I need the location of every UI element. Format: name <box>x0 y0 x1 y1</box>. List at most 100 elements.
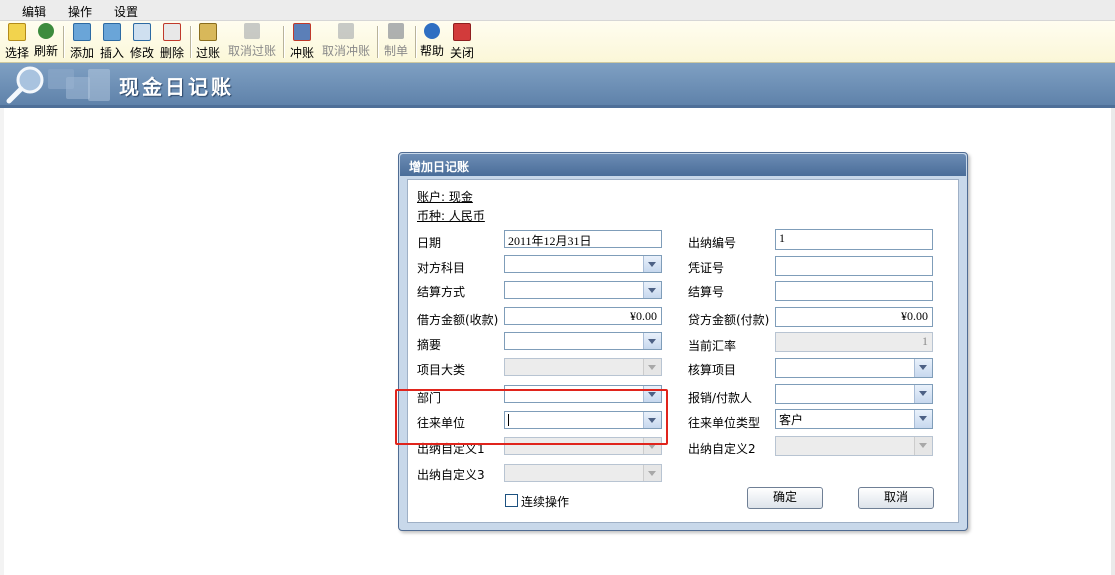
debit-amount-field[interactable]: ¥0.00 <box>504 307 662 325</box>
menu-bar: 编辑 操作 设置 <box>0 0 1115 21</box>
page-banner: 现金日记账 <box>0 63 1115 108</box>
chevron-down-icon <box>643 465 661 481</box>
accounting-item-select[interactable] <box>775 358 933 378</box>
help-button[interactable]: 帮助 <box>418 23 446 61</box>
help-icon <box>424 23 440 39</box>
refresh-button[interactable]: 刷新 <box>33 23 59 61</box>
post-button[interactable]: 过账 <box>194 23 222 61</box>
delete-button[interactable]: 删除 <box>158 23 186 61</box>
summary-select[interactable] <box>504 332 662 350</box>
counter-account-select[interactable] <box>504 255 662 273</box>
cashier-no-value: 1 <box>779 231 785 245</box>
close-icon <box>453 23 471 41</box>
account-info: 账户: 现金 <box>417 190 473 204</box>
settlement-no-field[interactable] <box>775 281 933 301</box>
chevron-down-icon[interactable] <box>914 359 932 377</box>
cashier-no-label: 出纳编号 <box>688 236 737 250</box>
menu-settings[interactable]: 设置 <box>114 3 138 20</box>
unreverse-label: 取消冲账 <box>321 44 370 58</box>
settlement-no-label: 结算号 <box>688 285 725 299</box>
counterparty-type-label: 往来单位类型 <box>688 416 761 430</box>
right-border <box>1111 108 1115 575</box>
debit-amount-value: ¥0.00 <box>630 309 657 323</box>
reverse-button[interactable]: 冲账 <box>288 23 316 61</box>
debit-amount-label: 借方金额(收款) <box>417 313 499 327</box>
counterparty-type-select[interactable]: 客户 <box>775 409 933 429</box>
unreverse-icon <box>338 23 354 39</box>
custom2-select[interactable] <box>775 436 933 456</box>
dialog-title: 增加日记账 <box>409 160 470 174</box>
post-icon <box>199 23 217 41</box>
cashier-no-field[interactable]: 1 <box>775 229 933 250</box>
custom3-select[interactable] <box>504 464 662 482</box>
add-label: 添加 <box>69 46 94 60</box>
chevron-down-icon[interactable] <box>643 256 661 272</box>
reimburser-label: 报销/付款人 <box>688 391 753 405</box>
date-label: 日期 <box>417 236 442 250</box>
counterparty-type-value: 客户 <box>779 413 804 427</box>
unpost-icon <box>244 23 260 39</box>
menu-edit[interactable]: 编辑 <box>22 3 46 20</box>
summary-label: 摘要 <box>417 338 442 352</box>
reverse-icon <box>293 23 311 41</box>
voucher-icon <box>388 23 404 39</box>
credit-amount-value: ¥0.00 <box>901 309 928 323</box>
date-field[interactable]: 2011年12月31日 <box>504 230 662 248</box>
unpost-button[interactable]: 取消过账 <box>226 23 278 61</box>
project-category-select[interactable] <box>504 358 662 376</box>
add-row-icon <box>73 23 91 41</box>
modify-button[interactable]: 修改 <box>128 23 156 61</box>
toolbar-separator <box>415 26 417 58</box>
voucher-no-field[interactable] <box>775 256 933 276</box>
reverse-label: 冲账 <box>289 46 314 60</box>
chevron-down-icon <box>914 437 932 455</box>
voucher-no-label: 凭证号 <box>688 261 725 275</box>
close-label: 关闭 <box>449 46 474 60</box>
voucher-label: 制单 <box>383 44 408 58</box>
insert-button[interactable]: 插入 <box>98 23 126 61</box>
voucher-button[interactable]: 制单 <box>381 23 411 61</box>
settlement-method-select[interactable] <box>504 281 662 299</box>
toolbar: 选择 刷新 添加 插入 修改 删除 过账 取消过账 冲账 取消冲账 制单 帮助 … <box>0 21 1115 63</box>
close-button[interactable]: 关闭 <box>448 23 476 61</box>
post-label: 过账 <box>195 46 220 60</box>
project-category-label: 项目大类 <box>417 363 466 377</box>
exchange-rate-field: 1 <box>775 332 933 352</box>
select-label: 选择 <box>4 46 29 60</box>
exchange-rate-value: 1 <box>922 334 928 348</box>
counter-account-label: 对方科目 <box>417 261 466 275</box>
toolbar-separator <box>377 26 379 58</box>
chevron-down-icon[interactable] <box>643 282 661 298</box>
menu-operate[interactable]: 操作 <box>68 3 92 20</box>
currency-info: 币种: 人民币 <box>417 209 485 223</box>
chevron-down-icon[interactable] <box>914 410 932 428</box>
delete-icon <box>163 23 181 41</box>
page-title: 现金日记账 <box>119 75 234 99</box>
edit-icon <box>133 23 151 41</box>
chevron-down-icon[interactable] <box>643 333 661 349</box>
highlight-box <box>395 389 668 445</box>
credit-amount-label: 贷方金额(付款) <box>688 313 770 327</box>
chevron-down-icon <box>643 359 661 375</box>
continuous-checkbox[interactable] <box>505 494 518 507</box>
unreverse-button[interactable]: 取消冲账 <box>320 23 372 61</box>
unpost-label: 取消过账 <box>227 44 276 58</box>
dialog-title-bar[interactable]: 增加日记账 <box>400 154 966 176</box>
exchange-rate-label: 当前汇率 <box>688 339 737 353</box>
cancel-button[interactable]: 取消 <box>858 487 934 509</box>
modify-label: 修改 <box>129 46 154 60</box>
reimburser-select[interactable] <box>775 384 933 404</box>
magnifier-logo-icon <box>6 66 110 104</box>
date-value: 2011年12月31日 <box>508 234 592 248</box>
select-icon <box>8 23 26 41</box>
ok-button[interactable]: 确定 <box>747 487 823 509</box>
refresh-label: 刷新 <box>33 44 58 58</box>
select-button[interactable]: 选择 <box>4 23 30 61</box>
settlement-method-label: 结算方式 <box>417 285 466 299</box>
add-button[interactable]: 添加 <box>68 23 96 61</box>
custom3-label: 出纳自定义3 <box>417 468 485 482</box>
toolbar-separator <box>283 26 285 58</box>
help-label: 帮助 <box>419 44 444 58</box>
credit-amount-field[interactable]: ¥0.00 <box>775 307 933 327</box>
chevron-down-icon[interactable] <box>914 385 932 403</box>
